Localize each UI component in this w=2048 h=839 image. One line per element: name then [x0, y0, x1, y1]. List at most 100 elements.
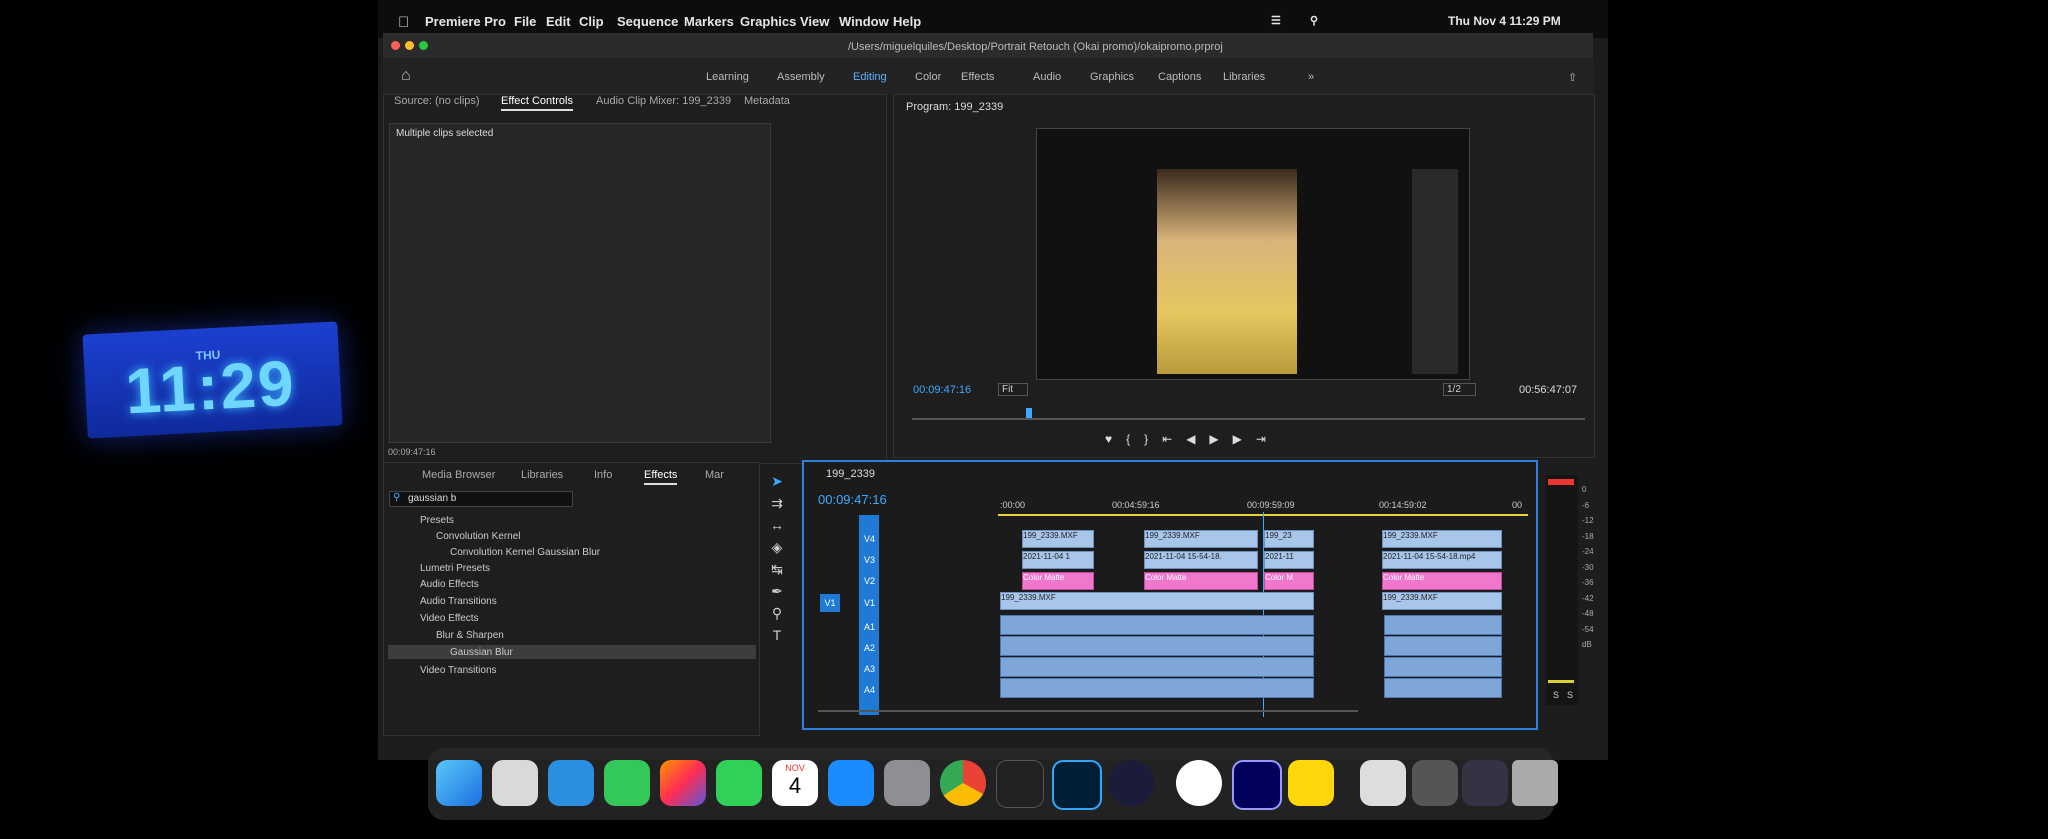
apple-icon[interactable]: 	[398, 14, 409, 31]
launchpad-icon[interactable]	[492, 760, 538, 806]
tree-gaussian-blur[interactable]: Gaussian Blur	[450, 647, 513, 658]
clip-v4-1[interactable]: 199_2339.MXF	[1022, 530, 1094, 548]
clip-v3-4[interactable]: 2021-11-04 15-54-18.mp4	[1382, 551, 1502, 569]
type-tool-icon[interactable]: T	[764, 624, 790, 646]
app-store-icon[interactable]	[828, 760, 874, 806]
share-icon[interactable]: ⇧	[1568, 71, 1577, 84]
menu-sequence[interactable]: Sequence	[617, 14, 678, 29]
clip-a2-1[interactable]	[1000, 636, 1314, 656]
workspace-captions[interactable]: Captions	[1158, 71, 1201, 83]
timeline-scrollbar[interactable]	[818, 710, 1358, 712]
clip-a1-1[interactable]	[1000, 615, 1314, 635]
notes-icon[interactable]	[1288, 760, 1334, 806]
track-a2[interactable]: A2	[864, 643, 875, 653]
photos-icon[interactable]	[660, 760, 706, 806]
clip-v3-1[interactable]: 2021-11-04 1	[1022, 551, 1094, 569]
menu-window[interactable]: Window	[839, 14, 889, 29]
clip-a4-1[interactable]	[1000, 678, 1314, 698]
tab-effects[interactable]: Effects	[644, 469, 678, 485]
zoom-tool-icon[interactable]: ⚲	[764, 602, 790, 624]
track-select-tool-icon[interactable]: ⇉	[764, 492, 790, 514]
menu-markers[interactable]: Markers	[684, 14, 734, 29]
clip-v1-2[interactable]: 199_2339.MXF	[1382, 592, 1502, 610]
tab-markers[interactable]: Mar	[705, 469, 724, 481]
track-v2[interactable]: V2	[864, 576, 875, 586]
program-title[interactable]: Program: 199_2339	[906, 101, 1003, 113]
pen-tool-icon[interactable]: ✒	[764, 580, 790, 602]
track-v3[interactable]: V3	[864, 555, 875, 565]
solo-left-button[interactable]: S	[1553, 690, 1559, 700]
track-a4[interactable]: A4	[864, 685, 875, 695]
program-scrubber[interactable]	[912, 418, 1585, 420]
clip-v4-2[interactable]: 199_2339.MXF	[1144, 530, 1258, 548]
clip-v2-2[interactable]: Color Matte	[1144, 572, 1258, 590]
close-button[interactable]	[391, 41, 400, 50]
track-v1[interactable]: V1	[864, 598, 875, 608]
clip-a4-2[interactable]	[1384, 678, 1502, 698]
tab-metadata[interactable]: Metadata	[744, 95, 790, 107]
menu-edit[interactable]: Edit	[546, 14, 571, 29]
tab-info[interactable]: Info	[594, 469, 612, 481]
premiere-pro-icon[interactable]	[1232, 760, 1282, 810]
solo-right-button[interactable]: S	[1567, 690, 1573, 700]
clip-v2-1[interactable]: Color Matte	[1022, 572, 1094, 590]
wifi-icon[interactable]: ☰	[1271, 14, 1281, 27]
tree-video-transitions[interactable]: Video Transitions	[420, 665, 497, 676]
tree-video-effects[interactable]: Video Effects	[420, 613, 479, 624]
workspace-color[interactable]: Color	[915, 71, 941, 83]
clip-v1-1[interactable]: 199_2339.MXF	[1000, 592, 1314, 610]
document-icon[interactable]	[1360, 760, 1406, 806]
tab-effect-controls[interactable]: Effect Controls	[501, 95, 573, 111]
menu-graphics[interactable]: Graphics	[740, 14, 796, 29]
tab-source[interactable]: Source: (no clips)	[394, 95, 480, 107]
finder-icon[interactable]	[436, 760, 482, 806]
workspace-libraries[interactable]: Libraries	[1223, 71, 1265, 83]
workspace-audio[interactable]: Audio	[1033, 71, 1061, 83]
clip-a1-2[interactable]	[1384, 615, 1502, 635]
ripple-edit-tool-icon[interactable]: ↔	[764, 514, 790, 536]
workspace-learning[interactable]: Learning	[706, 71, 749, 83]
clip-a3-1[interactable]	[1000, 657, 1314, 677]
clip-v3-3[interactable]: 2021-11	[1264, 551, 1314, 569]
razor-tool-icon[interactable]: ◈	[764, 536, 790, 558]
menu-view[interactable]: View	[800, 14, 829, 29]
track-a1[interactable]: A1	[864, 622, 875, 632]
tree-audio-effects[interactable]: Audio Effects	[420, 579, 479, 590]
messages-icon[interactable]	[604, 760, 650, 806]
program-timecode[interactable]: 00:09:47:16	[913, 384, 971, 396]
downloads-stack-icon[interactable]	[1412, 760, 1458, 806]
workspace-editing[interactable]: Editing	[853, 71, 887, 83]
recent-apps-stack-icon[interactable]	[1462, 760, 1508, 806]
source-patch-v1[interactable]: V1	[820, 594, 840, 612]
transport-controls[interactable]: ♥{}⇤◀▶▶⇥	[1105, 432, 1280, 446]
clip-v2-3[interactable]: Color M	[1264, 572, 1314, 590]
timeline-timecode[interactable]: 00:09:47:16	[818, 492, 887, 507]
clip-a3-2[interactable]	[1384, 657, 1502, 677]
tree-convolution-kernel-gaussian-blur[interactable]: Convolution Kernel Gaussian Blur	[450, 547, 600, 558]
tab-media-browser[interactable]: Media Browser	[422, 469, 495, 481]
tree-audio-transitions[interactable]: Audio Transitions	[420, 596, 497, 607]
workspace-assembly[interactable]: Assembly	[777, 71, 825, 83]
clip-a2-2[interactable]	[1384, 636, 1502, 656]
tree-blur-sharpen[interactable]: Blur & Sharpen	[436, 630, 504, 641]
final-cut-icon[interactable]	[996, 760, 1044, 808]
clip-v4-3[interactable]: 199_23	[1264, 530, 1314, 548]
menu-file[interactable]: File	[514, 14, 536, 29]
search-icon[interactable]: ⚲	[1310, 14, 1318, 27]
zoom-button[interactable]	[419, 41, 428, 50]
tree-presets[interactable]: Presets	[420, 515, 454, 526]
menu-clip[interactable]: Clip	[579, 14, 604, 29]
menu-help[interactable]: Help	[893, 14, 921, 29]
clip-v4-4[interactable]: 199_2339.MXF	[1382, 530, 1502, 548]
workspace-graphics[interactable]: Graphics	[1090, 71, 1134, 83]
trash-icon[interactable]	[1512, 760, 1558, 806]
clip-v3-2[interactable]: 2021-11-04 15-54-18.	[1144, 551, 1258, 569]
webex-icon[interactable]	[1176, 760, 1222, 806]
clip-v2-4[interactable]: Color Matte	[1382, 572, 1502, 590]
safari-icon[interactable]	[548, 760, 594, 806]
playhead-indicator[interactable]	[1026, 408, 1032, 418]
minimize-button[interactable]	[405, 41, 414, 50]
tab-libraries[interactable]: Libraries	[521, 469, 563, 481]
menubar-datetime[interactable]: Thu Nov 4 11:29 PM	[1448, 14, 1561, 28]
tree-lumetri-presets[interactable]: Lumetri Presets	[420, 563, 490, 574]
